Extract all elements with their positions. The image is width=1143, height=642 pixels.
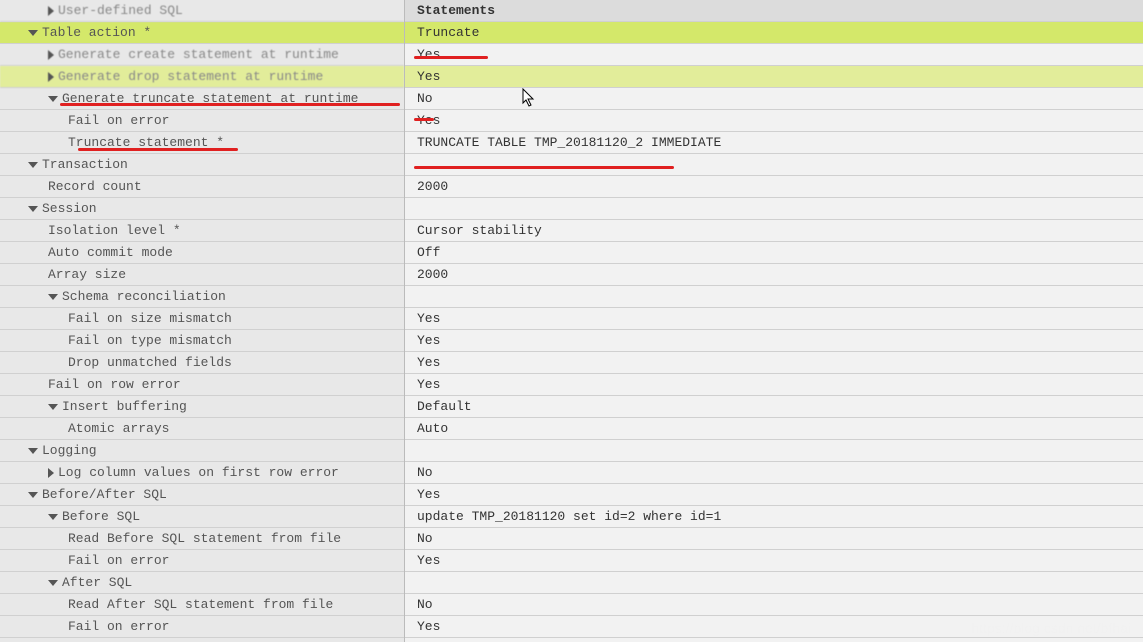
chevron-down-icon [48, 404, 58, 410]
tree-gen-drop[interactable]: Generate drop statement at runtime [0, 66, 404, 88]
value-fail-size[interactable]: Yes [405, 308, 1143, 330]
tree-user-defined-sql[interactable]: User-defined SQL [0, 0, 404, 22]
tree-truncate-stmt[interactable]: Truncate statement * [0, 132, 404, 154]
tree-atomic-arrays[interactable]: Atomic arrays [0, 418, 404, 440]
value-yes3[interactable]: Yes [405, 110, 1143, 132]
tree-session[interactable]: Session [0, 198, 404, 220]
value-truncate-sql[interactable]: TRUNCATE TABLE TMP_20181120_2 IMMEDIATE [405, 132, 1143, 154]
value-atomic[interactable]: Auto [405, 418, 1143, 440]
tree-table-action[interactable]: Table action * [0, 22, 404, 44]
value-empty5[interactable] [405, 572, 1143, 594]
chevron-right-icon [48, 6, 54, 16]
tree-before-after-sql[interactable]: Before/After SQL [0, 484, 404, 506]
tree-record-count[interactable]: Record count [0, 176, 404, 198]
value-drop-unmatched[interactable]: Yes [405, 352, 1143, 374]
tree-auto-commit[interactable]: Auto commit mode [0, 242, 404, 264]
tree-transaction[interactable]: Transaction [0, 154, 404, 176]
value-fail-row[interactable]: Yes [405, 374, 1143, 396]
tree-read-after-sql[interactable]: Read After SQL statement from file [0, 594, 404, 616]
tree-schema-recon[interactable]: Schema reconciliation [0, 286, 404, 308]
value-auto-commit[interactable]: Off [405, 242, 1143, 264]
value-isolation[interactable]: Cursor stability [405, 220, 1143, 242]
chevron-down-icon [48, 96, 58, 102]
tree-fail-on-error[interactable]: Fail on error [0, 110, 404, 132]
value-empty3[interactable] [405, 286, 1143, 308]
value-yes2[interactable]: Yes [405, 66, 1143, 88]
tree-read-before-sql[interactable]: Read Before SQL statement from file [0, 528, 404, 550]
tree-log-columns[interactable]: Log column values on first row error [0, 462, 404, 484]
value-array-size[interactable]: 2000 [405, 264, 1143, 286]
value-record-count[interactable]: 2000 [405, 176, 1143, 198]
tree-logging[interactable]: Logging [0, 440, 404, 462]
value-yes1[interactable]: Yes [405, 44, 1143, 66]
chevron-right-icon [48, 468, 54, 478]
tree-drop-unmatched[interactable]: Drop unmatched fields [0, 352, 404, 374]
tree-gen-create[interactable]: Generate create statement at runtime [0, 44, 404, 66]
chevron-down-icon [28, 162, 38, 168]
chevron-down-icon [48, 294, 58, 300]
value-fail-err3[interactable]: Yes [405, 616, 1143, 638]
value-truncate[interactable]: Truncate [405, 22, 1143, 44]
chevron-down-icon [28, 206, 38, 212]
value-insert-buf[interactable]: Default [405, 396, 1143, 418]
value-log-cols[interactable]: No [405, 462, 1143, 484]
chevron-down-icon [48, 580, 58, 586]
value-empty4[interactable] [405, 440, 1143, 462]
property-tree: User-defined SQL Table action * Generate… [0, 0, 405, 642]
chevron-down-icon [28, 30, 38, 36]
column-header-statements: Statements [405, 0, 1143, 22]
tree-fail-on-error3[interactable]: Fail on error [0, 616, 404, 638]
value-no1[interactable]: No [405, 88, 1143, 110]
tree-insert-buffering[interactable]: Insert buffering [0, 396, 404, 418]
value-before-after[interactable]: Yes [405, 484, 1143, 506]
chevron-down-icon [48, 514, 58, 520]
tree-fail-type[interactable]: Fail on type mismatch [0, 330, 404, 352]
chevron-right-icon [48, 50, 54, 60]
value-before-sql[interactable]: update TMP_20181120 set id=2 where id=1 [405, 506, 1143, 528]
chevron-down-icon [28, 448, 38, 454]
tree-isolation-level[interactable]: Isolation level * [0, 220, 404, 242]
tree-gen-truncate[interactable]: Generate truncate statement at runtime [0, 88, 404, 110]
value-read-before[interactable]: No [405, 528, 1143, 550]
tree-fail-size[interactable]: Fail on size mismatch [0, 308, 404, 330]
chevron-right-icon [48, 72, 54, 82]
tree-before-sql[interactable]: Before SQL [0, 506, 404, 528]
tree-array-size[interactable]: Array size [0, 264, 404, 286]
chevron-down-icon [28, 492, 38, 498]
value-empty1[interactable] [405, 154, 1143, 176]
value-fail-err2[interactable]: Yes [405, 550, 1143, 572]
value-fail-type[interactable]: Yes [405, 330, 1143, 352]
value-read-after[interactable]: No [405, 594, 1143, 616]
tree-after-sql[interactable]: After SQL [0, 572, 404, 594]
values-panel: Statements Truncate Yes Yes No Yes TRUNC… [405, 0, 1143, 642]
value-empty2[interactable] [405, 198, 1143, 220]
tree-fail-row-error[interactable]: Fail on row error [0, 374, 404, 396]
tree-fail-on-error2[interactable]: Fail on error [0, 550, 404, 572]
